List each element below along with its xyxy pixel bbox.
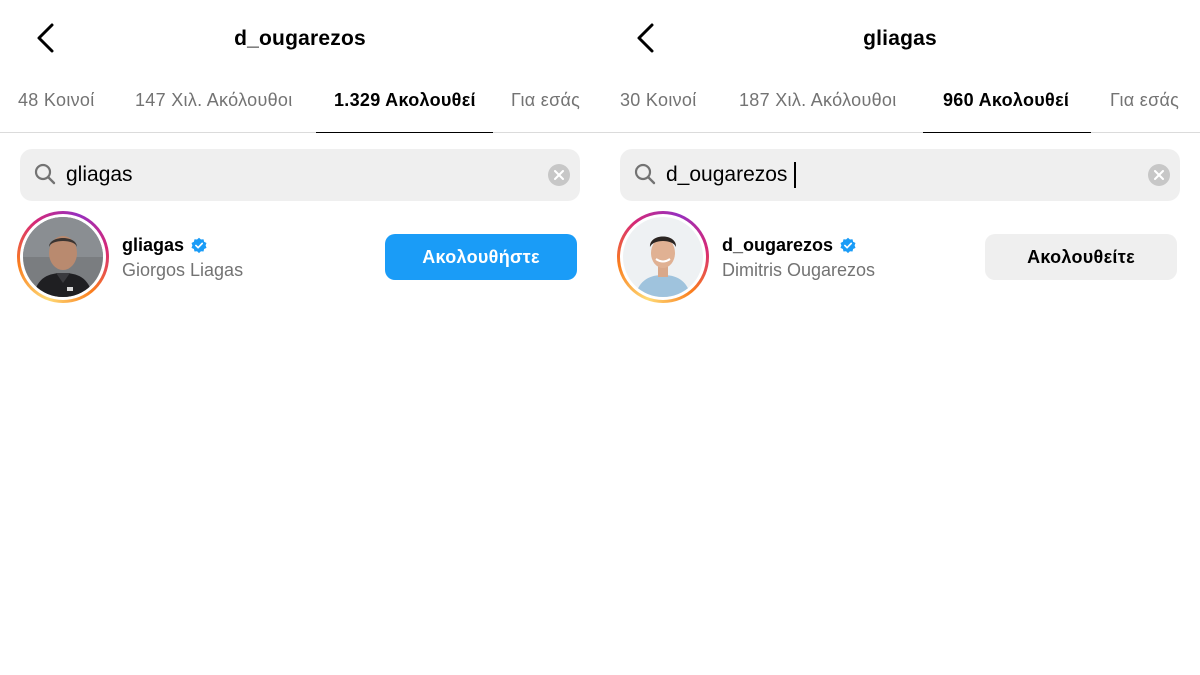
profile-username-title: d_ougarezos — [234, 27, 366, 50]
search-input[interactable] — [666, 161, 1126, 189]
tab-followers[interactable]: 187 Χιλ. Ακόλουθοι — [739, 90, 897, 111]
verified-badge-icon — [840, 237, 856, 253]
tab-mutual[interactable]: 48 Κοινοί — [18, 90, 95, 111]
tab-mutual[interactable]: 30 Κοινοί — [620, 90, 697, 111]
tab-followers[interactable]: 147 Χιλ. Ακόλουθοι — [135, 90, 293, 111]
search-input[interactable] — [66, 161, 526, 189]
tab-bar: 30 Κοινοί 187 Χιλ. Ακόλουθοι 960 Ακολουθ… — [600, 76, 1200, 133]
avatar — [23, 217, 103, 297]
tab-following[interactable]: 1.329 Ακολουθεί — [334, 90, 476, 111]
tab-following[interactable]: 960 Ακολουθεί — [943, 90, 1069, 111]
profile-username-title: gliagas — [863, 27, 937, 50]
result-full-name: Giorgos Liagas — [122, 260, 244, 280]
search-result-row[interactable]: d_ougarezos Dimitris Ougarezos Ακολουθεί… — [600, 211, 1200, 305]
search-bar — [620, 149, 1180, 201]
verified-badge-icon — [191, 237, 207, 253]
follow-button[interactable]: Ακολουθήστε — [385, 234, 577, 280]
search-icon — [634, 163, 656, 190]
result-username: d_ougarezos — [722, 235, 857, 256]
header: d_ougarezos — [0, 0, 600, 76]
active-tab-indicator — [316, 131, 493, 133]
search-icon — [34, 163, 56, 190]
right-panel: gliagas 30 Κοινοί 187 Χιλ. Ακόλουθοι 960… — [600, 0, 1200, 675]
story-ring[interactable] — [17, 211, 109, 303]
username-text: d_ougarezos — [722, 235, 834, 255]
result-full-name: Dimitris Ougarezos — [722, 260, 876, 280]
text-cursor — [794, 162, 796, 188]
tab-for-you[interactable]: Για εσάς — [511, 90, 580, 111]
left-panel: d_ougarezos 48 Κοινοί 147 Χιλ. Ακόλουθοι… — [0, 0, 600, 675]
following-button[interactable]: Ακολουθείτε — [985, 234, 1177, 280]
clear-icon[interactable] — [548, 164, 570, 186]
result-username: gliagas — [122, 235, 208, 256]
story-ring[interactable] — [617, 211, 709, 303]
username-text: gliagas — [122, 235, 185, 255]
tab-bar: 48 Κοινοί 147 Χιλ. Ακόλουθοι 1.329 Ακολο… — [0, 76, 600, 133]
search-result-row[interactable]: gliagas Giorgos Liagas Ακολουθήστε — [0, 211, 600, 305]
avatar — [623, 217, 703, 297]
search-bar — [20, 149, 580, 201]
clear-icon[interactable] — [1148, 164, 1170, 186]
active-tab-indicator — [923, 131, 1091, 133]
tab-for-you[interactable]: Για εσάς — [1110, 90, 1179, 111]
header: gliagas — [600, 0, 1200, 76]
